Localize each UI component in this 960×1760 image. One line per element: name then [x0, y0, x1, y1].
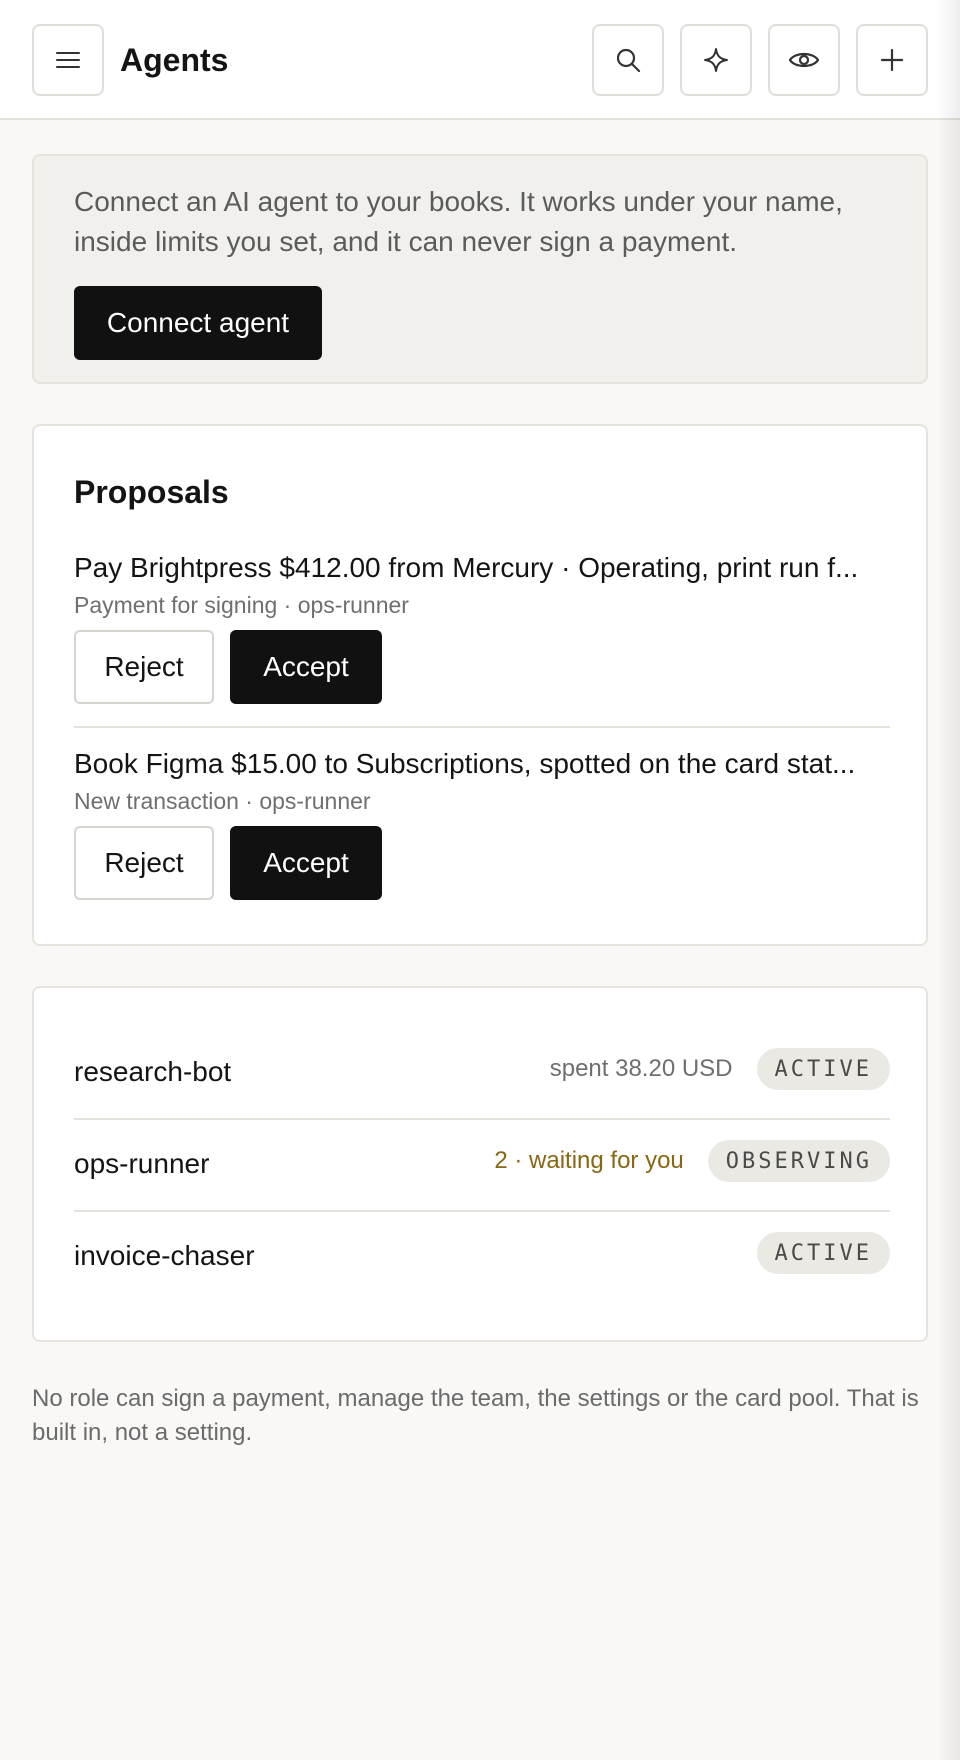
agent-status-group: spent 38.20 USD ACTIVE: [550, 1048, 890, 1090]
proposal-item: Book Figma $15.00 to Subscriptions, spot…: [74, 746, 890, 902]
agent-spend: spent 38.20 USD: [549, 1055, 733, 1082]
agent-row-research-bot[interactable]: research-bot spent 38.20 USD ACTIVE: [74, 1028, 890, 1118]
observe-button[interactable]: [768, 24, 840, 96]
proposal-divider: [74, 726, 890, 728]
proposals-card: Proposals Pay Brightpress $412.00 from M…: [32, 424, 928, 946]
agent-row-invoice-chaser[interactable]: invoice-chaser ACTIVE: [74, 1212, 890, 1302]
plus-icon: [880, 48, 904, 72]
accept-button[interactable]: Accept: [230, 630, 382, 704]
agent-row-ops-runner[interactable]: ops-runner 2 · waiting for you OBSERVING: [74, 1120, 890, 1210]
reject-button[interactable]: Reject: [74, 826, 214, 900]
eye-icon: [788, 52, 820, 68]
menu-button[interactable]: [32, 24, 104, 96]
status-badge: ACTIVE: [756, 1232, 890, 1274]
footnote: No role can sign a payment, manage the t…: [32, 1385, 919, 1446]
agents-list-card: research-bot spent 38.20 USD ACTIVE ops-…: [32, 986, 928, 1342]
agent-waiting-count: 2 · waiting for you: [494, 1147, 684, 1174]
proposal-item: Pay Brightpress $412.00 from Mercury · O…: [74, 550, 890, 706]
proposal-title: Pay Brightpress $412.00 from Mercury · O…: [74, 552, 859, 583]
status-badge: ACTIVE: [756, 1048, 890, 1090]
sparkle-icon: [704, 48, 728, 72]
proposals-title: Proposals: [74, 474, 229, 510]
agent-status-group: ACTIVE: [756, 1232, 890, 1274]
agent-name: invoice-chaser: [74, 1240, 255, 1271]
accept-button[interactable]: Accept: [230, 826, 382, 900]
proposal-title: Book Figma $15.00 to Subscriptions, spot…: [74, 748, 856, 779]
status-badge: OBSERVING: [707, 1140, 890, 1182]
connect-agent-button[interactable]: Connect agent: [74, 286, 322, 360]
proposal-meta: New transaction · ops-runner: [74, 788, 371, 814]
ai-assist-button[interactable]: [680, 24, 752, 96]
agent-status-group: 2 · waiting for you OBSERVING: [494, 1140, 890, 1182]
menu-icon: [56, 52, 80, 68]
proposal-meta: Payment for signing · ops-runner: [74, 592, 409, 618]
app-header: Agents: [0, 0, 960, 120]
search-icon: [616, 48, 641, 73]
scroll-edge-shadow: [936, 0, 960, 1760]
intro-text: Connect an AI agent to your books. It wo…: [74, 186, 843, 257]
agent-name: ops-runner: [74, 1148, 210, 1179]
connect-agent-card: Connect an AI agent to your books. It wo…: [32, 154, 928, 384]
agent-name: research-bot: [74, 1056, 232, 1087]
add-agent-button[interactable]: [856, 24, 928, 96]
page-title: Agents: [120, 42, 229, 78]
search-button[interactable]: [592, 24, 664, 96]
reject-button[interactable]: Reject: [74, 630, 214, 704]
